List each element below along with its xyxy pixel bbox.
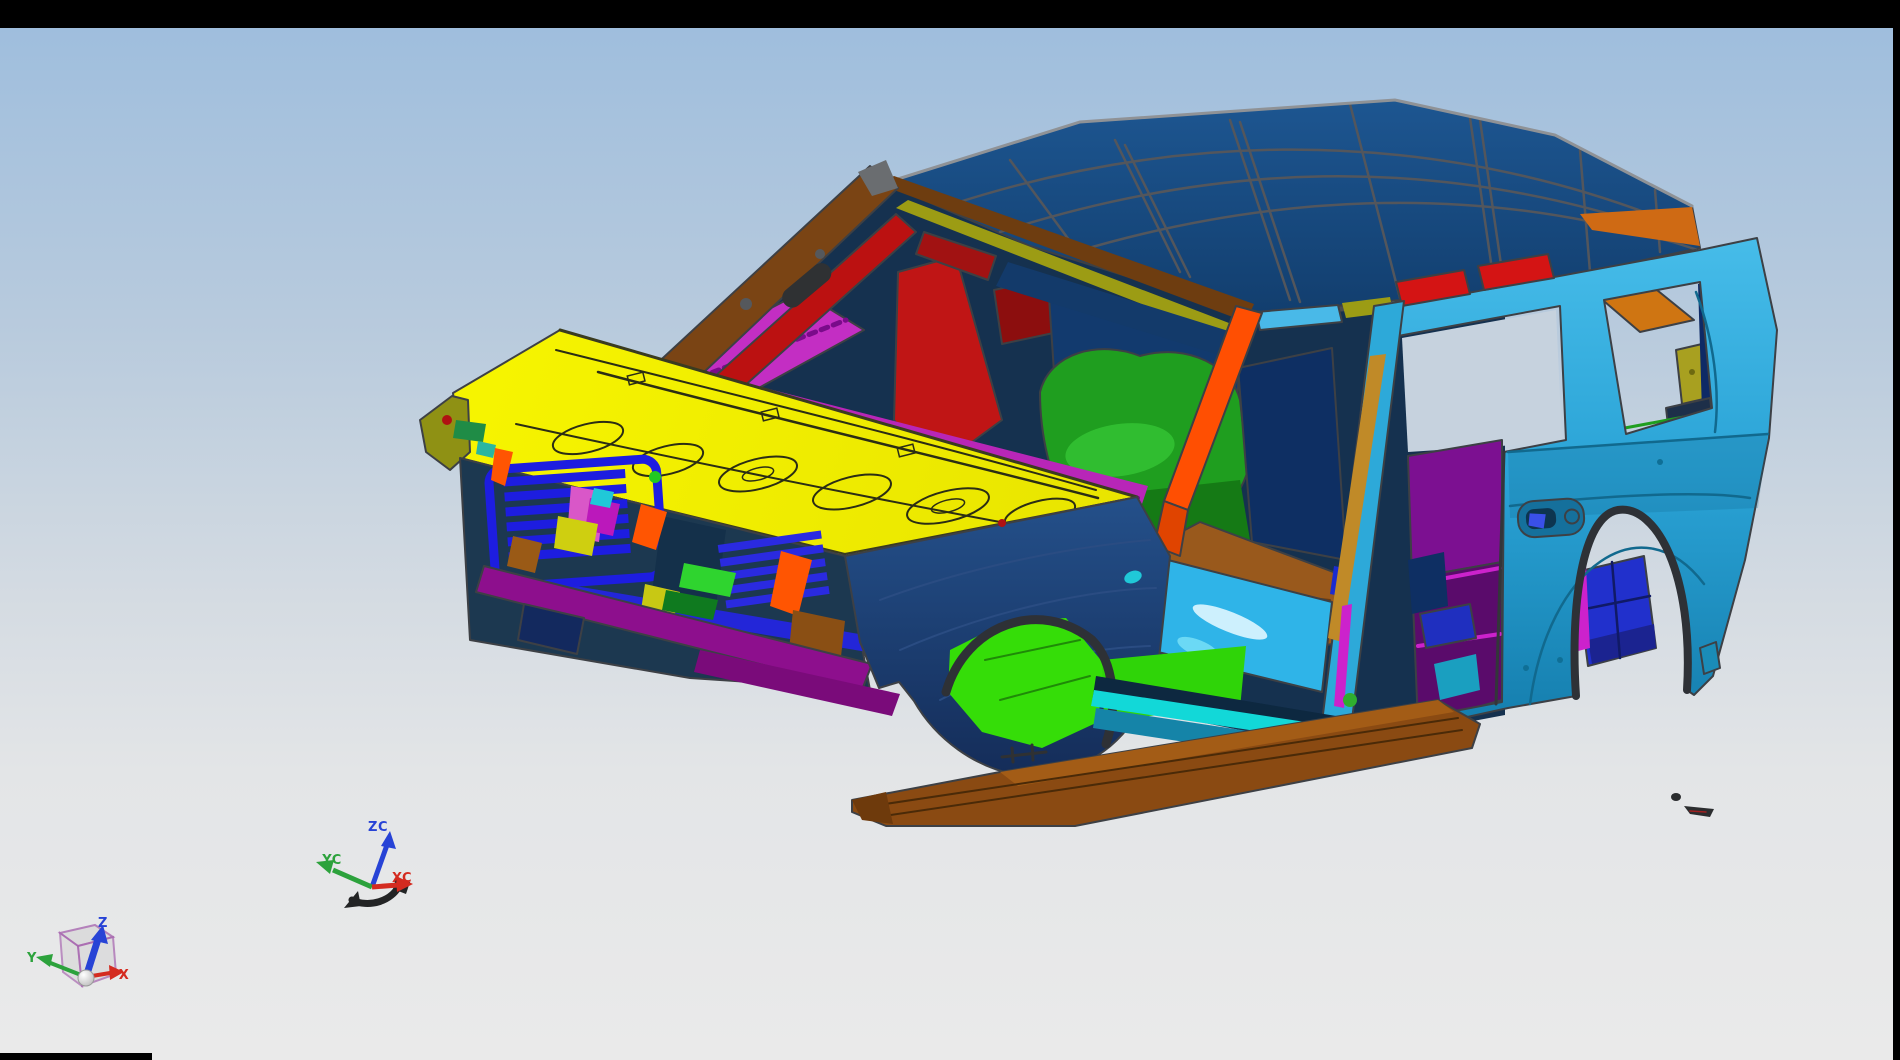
view-y-label: Y	[26, 951, 37, 966]
bottom-left-frame-bar	[0, 1053, 152, 1060]
spot-dot	[1523, 665, 1529, 671]
top-frame-bar	[0, 0, 1900, 28]
fragment-red-line	[1690, 811, 1706, 812]
wcs-z-label: ZC	[368, 820, 388, 835]
fender-red-fleck	[998, 519, 1006, 527]
part-seatback-navy[interactable]	[1238, 348, 1346, 560]
plate-hole	[1689, 369, 1695, 375]
view-x-label: X	[119, 968, 130, 983]
view-origin-sphere[interactable]	[78, 970, 94, 986]
apillar-bolt	[740, 298, 752, 310]
cad-3d-viewport[interactable]: ZC YC XC Z Y X	[0, 0, 1900, 1060]
door-handle-recess[interactable]	[1517, 498, 1585, 539]
right-frame-bar	[1893, 0, 1900, 1060]
tip-red-dot	[442, 415, 452, 425]
wcs-y-label: YC	[321, 853, 342, 868]
view-z-label: Z	[98, 916, 108, 931]
bpillar-green-bit	[1343, 693, 1357, 707]
fragment-dot[interactable]	[1671, 793, 1681, 801]
apillar-bolt	[815, 249, 825, 259]
part-green-dot	[649, 471, 661, 483]
part-rear-tab[interactable]	[1700, 642, 1720, 674]
spot-dot	[1657, 459, 1663, 465]
wcs-x-label: XC	[392, 871, 412, 886]
handle-lock[interactable]	[1564, 509, 1579, 524]
part-navy-wedge[interactable]	[1408, 552, 1448, 614]
spot-dot	[1557, 657, 1563, 663]
